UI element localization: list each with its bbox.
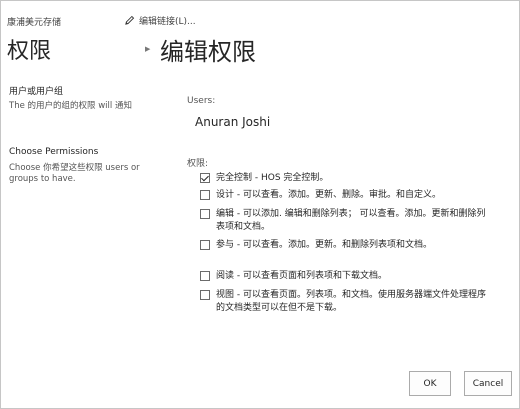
- permission-label: 设计 - 可以查看。添加。更新、删除。审批。和自定义。: [216, 190, 441, 200]
- ok-button[interactable]: OK: [409, 371, 451, 396]
- site-name[interactable]: 康浦美元存储: [7, 15, 61, 28]
- permission-item-view-only: 视图 - 可以查看页面。列表项。和文档。使用服务器端文件处理程序的文档类型可以在…: [200, 289, 486, 314]
- edit-links-label: 编辑链接(L)...: [139, 17, 196, 27]
- permission-item-contribute: 参与 - 可以查看。添加。更新。和删除列表项和文档。: [200, 239, 486, 252]
- page-title-left: 权限: [7, 39, 52, 64]
- permission-label: 完全控制 - HOS 完全控制。: [216, 173, 329, 183]
- edit-checkbox[interactable]: [200, 209, 210, 219]
- permission-item-read: 阅读 - 可以查看页面和列表项和下载文档。: [200, 270, 486, 283]
- edit-links-button[interactable]: 编辑链接(L)...: [124, 14, 196, 27]
- permission-label: 编辑 - 可以添加. 编辑和删除列表； 可以查看。添加。更新和删除列表项和文档。: [216, 209, 486, 232]
- view-only-checkbox[interactable]: [200, 290, 210, 300]
- permissions-field-label: 权限:: [187, 159, 209, 169]
- permission-item-edit: 编辑 - 可以添加. 编辑和删除列表； 可以查看。添加。更新和删除列表项和文档。: [200, 208, 486, 233]
- permissions-section-description: Choose 你希望这些权限 users or groups to have.: [9, 163, 140, 184]
- users-field-label: Users:: [187, 96, 216, 106]
- full-control-checkbox[interactable]: [200, 173, 210, 183]
- cancel-button[interactable]: Cancel: [464, 371, 512, 396]
- permissions-section-title: Choose Permissions: [9, 147, 99, 157]
- read-checkbox[interactable]: [200, 271, 210, 281]
- users-section-description: The 的用户的组的权限 will 通知: [9, 101, 132, 111]
- design-checkbox[interactable]: [200, 190, 210, 200]
- permission-label: 视图 - 可以查看页面。列表项。和文档。使用服务器端文件处理程序的文档类型可以在…: [216, 290, 486, 313]
- users-section-title: 用户或用户组: [9, 87, 64, 97]
- page-title: 编辑权限: [160, 38, 256, 66]
- user-name-entry[interactable]: Anuran Joshi: [195, 115, 270, 129]
- permission-label: 参与 - 可以查看。添加。更新。和删除列表项和文档。: [216, 240, 432, 250]
- dialog-frame: [0, 0, 520, 409]
- contribute-checkbox[interactable]: [200, 240, 210, 250]
- permission-item-design: 设计 - 可以查看。添加。更新、删除。审批。和自定义。: [200, 189, 486, 202]
- pencil-icon: [125, 15, 135, 25]
- permission-label: 阅读 - 可以查看页面和列表项和下载文档。: [216, 271, 387, 281]
- permission-item-full-control: 完全控制 - HOS 完全控制。: [200, 172, 486, 185]
- breadcrumb-arrow-icon: ▶: [145, 45, 151, 53]
